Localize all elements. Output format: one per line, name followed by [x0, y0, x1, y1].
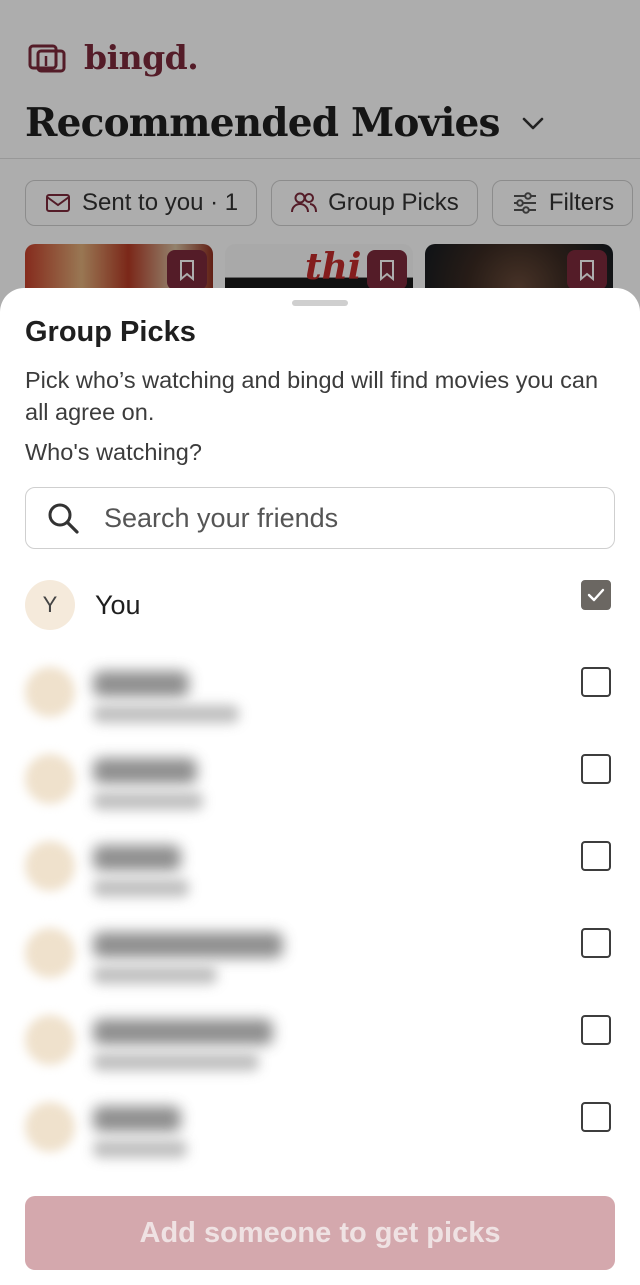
list-item[interactable] — [25, 839, 615, 926]
blurred-name — [93, 845, 181, 871]
sheet-title: Group Picks — [25, 316, 196, 348]
search-input[interactable] — [102, 501, 576, 535]
sheet-description: Pick who’s watching and bingd will find … — [25, 367, 599, 425]
friend-name: You — [95, 590, 141, 620]
select-checkbox[interactable] — [581, 580, 611, 610]
blurred-handle — [93, 705, 239, 723]
select-checkbox[interactable] — [581, 667, 611, 697]
select-checkbox[interactable] — [581, 1015, 611, 1045]
avatar — [25, 754, 75, 804]
select-checkbox[interactable] — [581, 754, 611, 784]
avatar — [25, 928, 75, 978]
blurred-handle — [93, 1053, 259, 1071]
avatar: Y — [25, 580, 75, 630]
friend-search[interactable] — [25, 487, 615, 549]
select-checkbox[interactable] — [581, 1102, 611, 1132]
friend-list: Y You — [25, 578, 615, 1187]
blurred-handle — [93, 1140, 187, 1158]
blurred-name — [93, 932, 283, 958]
get-picks-button[interactable]: Add someone to get picks — [25, 1196, 615, 1270]
group-picks-sheet: Group Picks Pick who’s watching and bing… — [0, 288, 640, 1285]
list-item-you[interactable]: Y You — [25, 578, 615, 665]
search-icon — [48, 503, 79, 534]
list-item[interactable] — [25, 752, 615, 839]
sheet-grabber[interactable] — [292, 300, 348, 306]
blurred-handle — [93, 792, 203, 810]
list-item[interactable] — [25, 926, 615, 1013]
list-item[interactable] — [25, 1013, 615, 1100]
blurred-name — [93, 758, 197, 784]
blurred-name — [93, 1106, 181, 1132]
avatar — [25, 667, 75, 717]
select-checkbox[interactable] — [581, 841, 611, 871]
list-item[interactable] — [25, 1100, 615, 1187]
blurred-name — [93, 671, 189, 697]
avatar — [25, 1102, 75, 1152]
blurred-handle — [93, 879, 189, 897]
blurred-name — [93, 1019, 273, 1045]
avatar — [25, 1015, 75, 1065]
checkmark-icon — [587, 588, 605, 602]
who-watching-label: Who's watching? — [25, 439, 202, 465]
avatar — [25, 841, 75, 891]
list-item[interactable] — [25, 665, 615, 752]
select-checkbox[interactable] — [581, 928, 611, 958]
blurred-handle — [93, 966, 217, 984]
